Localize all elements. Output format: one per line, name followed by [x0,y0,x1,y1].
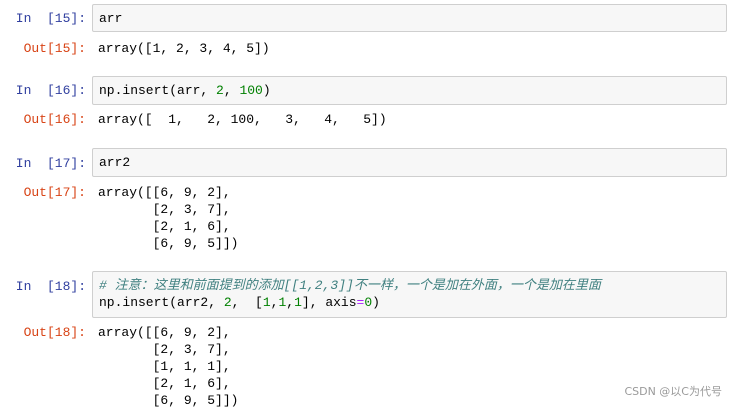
output-area-15: array([1, 2, 3, 4, 5]) [98,40,718,57]
out-prompt-15: Out[15]: [23,41,86,56]
out-prompt-18: Out[18]: [23,325,86,340]
code-line: np.insert(arr2, 2, [1,1,1], axis=0) [99,294,720,311]
output-line: array([[6, 9, 2], [98,325,231,340]
code-input-15[interactable]: arr [92,4,727,32]
code-number: 2 [216,83,224,98]
code-text: ) [372,295,380,310]
code-number: 1 [294,295,302,310]
output-line: array([[6, 9, 2], [98,185,231,200]
csdn-watermark: CSDN @以C为代号 [624,385,722,398]
code-comment: # 注意：这里和前面提到的添加[[1,2,3]]不一样，一个是加在外面，一个是加… [99,278,601,293]
code-number: 1 [262,295,271,310]
code-number: 2 [223,295,232,310]
output-line: [1, 1, 1], [98,359,231,374]
out-prompt-17: Out[17]: [23,185,86,200]
output-line: array([1, 2, 3, 4, 5]) [98,41,270,56]
code-number: 0 [364,295,373,310]
code-input-16[interactable]: np.insert(arr, 2, 100) [92,76,727,105]
code-line: arr [99,11,123,26]
output-line: [6, 9, 5]]) [98,236,239,251]
in-prompt-16: In [16]: [15,83,86,98]
code-text: , [223,83,240,98]
code-text: , [286,295,295,310]
code-text: ], axis [301,295,357,310]
code-text: np.insert(arr, [99,83,217,98]
out-prompt-16: Out[16]: [23,112,86,127]
code-input-17[interactable]: arr2 [92,148,727,177]
in-prompt-17: In [17]: [15,156,86,171]
code-text: ) [262,83,271,98]
in-prompt-15: In [15]: [15,11,86,26]
in-prompt-18: In [18]: [15,279,86,294]
output-line: array([ 1, 2, 100, 3, 4, 5]) [98,112,387,127]
output-line: [2, 3, 7], [98,202,231,217]
code-text: np.insert(arr2, [99,295,224,310]
output-area-16: array([ 1, 2, 100, 3, 4, 5]) [98,111,718,128]
code-line: arr2 [99,155,131,170]
output-line: [2, 1, 6], [98,219,231,234]
output-line: [2, 3, 7], [98,342,231,357]
code-input-18[interactable]: # 注意：这里和前面提到的添加[[1,2,3]]不一样，一个是加在外面，一个是加… [92,271,727,318]
code-text: , [ [231,295,263,310]
code-number: 100 [239,83,263,98]
output-area-17: array([[6, 9, 2], [2, 3, 7], [2, 1, 6], … [98,184,718,252]
code-line: np.insert(arr, 2, 100) [99,82,720,99]
